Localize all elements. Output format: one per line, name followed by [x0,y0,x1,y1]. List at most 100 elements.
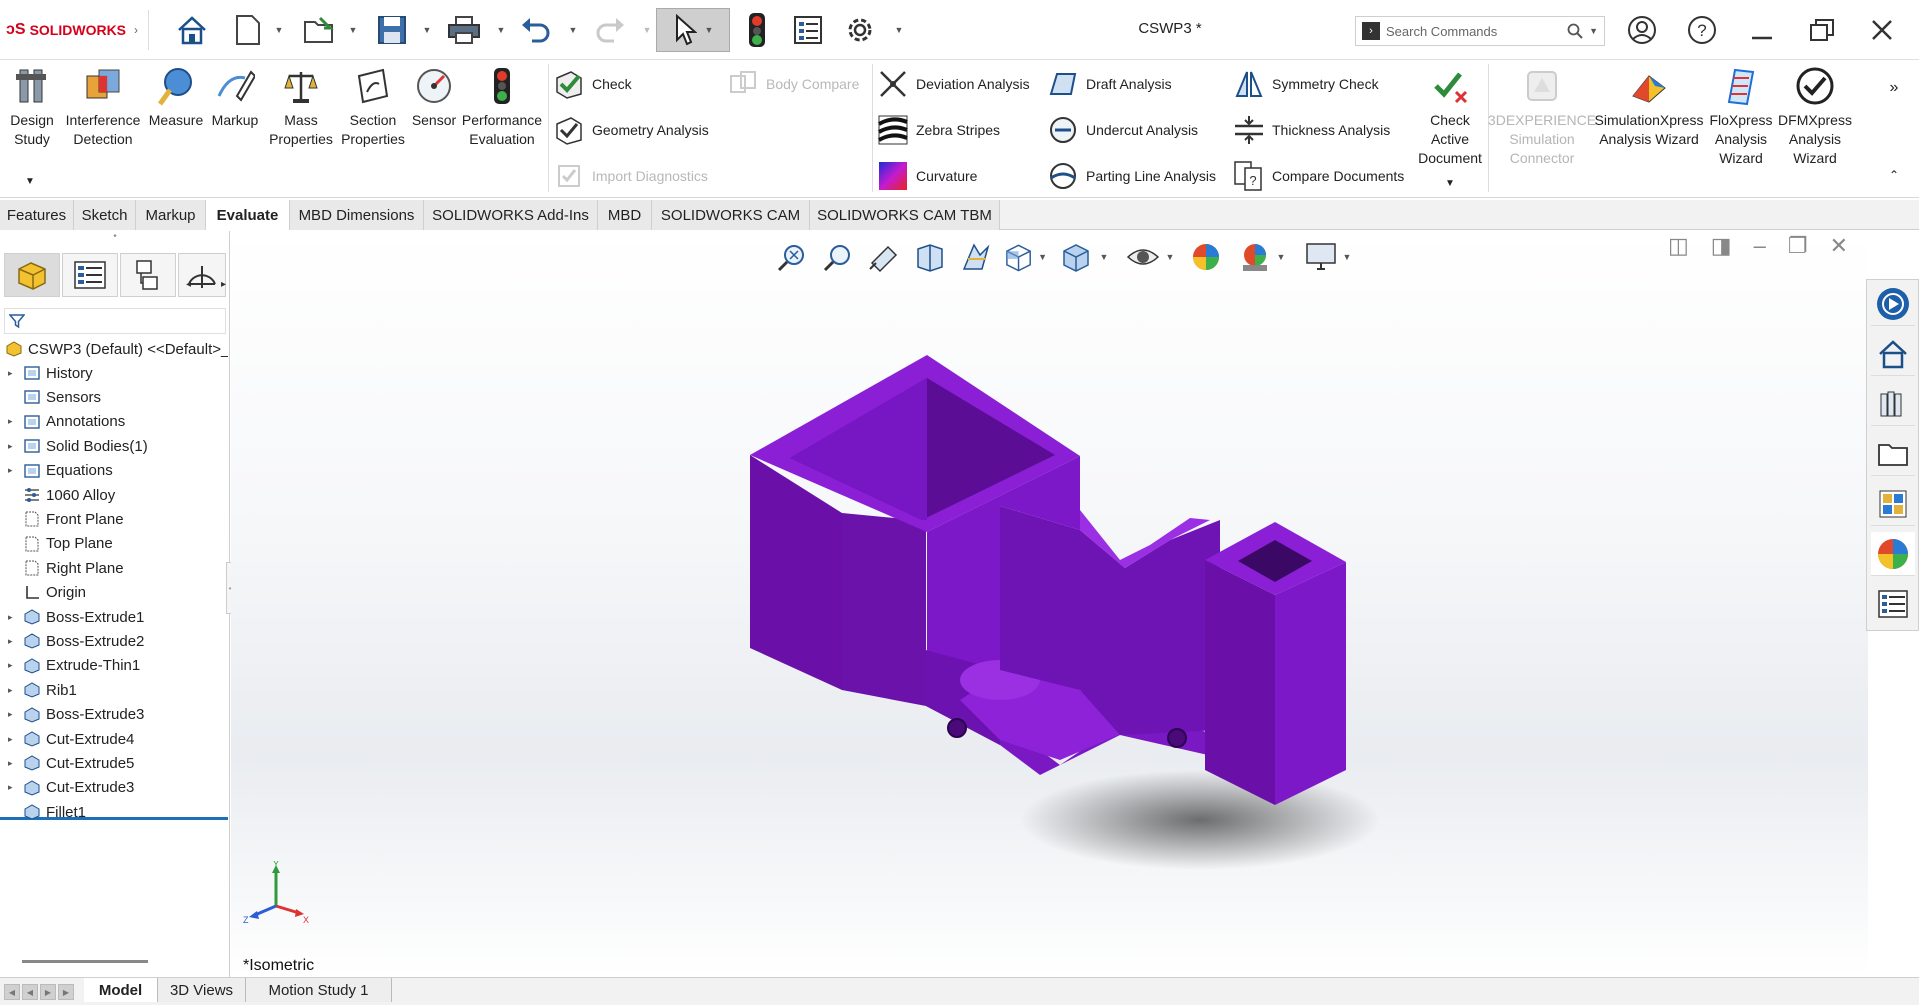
tree-item-top-plane[interactable]: Top Plane [0,532,230,556]
markup-button[interactable]: Markup [206,64,264,130]
tree-item-cut-extrude5[interactable]: ▸ Cut-Extrude5 [0,751,230,775]
home-icon[interactable] [170,8,214,52]
file-explorer-folder-icon[interactable] [1871,432,1915,476]
expand-chevron-right-icon[interactable]: ▸ [8,660,18,671]
propertymanager-tab-icon[interactable] [62,253,118,297]
expand-chevron-right-icon[interactable]: ▸ [8,758,18,769]
performance-evaluation-button[interactable]: Performance Evaluation [462,64,542,149]
new-document-icon[interactable] [228,8,268,52]
tab-3d-views[interactable]: 3D Views [158,978,246,1002]
expand-chevron-right-icon[interactable]: ▸ [8,782,18,793]
open-chevron-down-icon[interactable]: ▼ [346,8,360,52]
tab-solidworks-cam[interactable]: SOLIDWORKS CAM [652,200,810,230]
view-palette-icon[interactable] [1871,482,1915,526]
undercut-analysis-button[interactable]: Undercut Analysis [1046,112,1198,148]
dfmxpress-analysis-wizard-button[interactable]: DFMXpress Analysis Wizard [1778,64,1852,168]
configurationmanager-tab-icon[interactable] [120,253,176,297]
thickness-analysis-button[interactable]: Thickness Analysis [1232,112,1390,148]
ribbon-more-chevron-icon[interactable]: » [1882,78,1906,97]
tree-item-solid-bodies-1[interactable]: ▸ Solid Bodies(1) [0,434,230,458]
dimxpert-tab-icon[interactable] [178,253,226,297]
check-expand-chevron-down-icon[interactable]: ▼ [1438,174,1462,193]
expand-chevron-right-icon[interactable]: ▸ [8,685,18,696]
tab-mbd[interactable]: MBD [598,200,652,230]
geometry-analysis-button[interactable]: Geometry Analysis [552,112,709,148]
previous-tab-arrow-icon[interactable]: ◀ [22,984,38,1000]
curvature-button[interactable]: Curvature [876,158,977,194]
tree-item-boss-extrude2[interactable]: ▸ Boss-Extrude2 [0,629,230,653]
tab-solidworks-add-ins[interactable]: SOLIDWORKS Add-Ins [424,200,598,230]
restore-window-icon[interactable] [1802,12,1842,48]
ribbon-collapse-chevron-up-icon[interactable]: ⌃ [1882,166,1906,185]
tree-filter-field[interactable] [4,308,226,334]
tree-item-boss-extrude1[interactable]: ▸ Boss-Extrude1 [0,605,230,629]
compare-documents-button[interactable]: ? Compare Documents [1232,158,1404,194]
expand-chevron-right-icon[interactable]: ▸ [8,368,18,379]
tree-root-part[interactable]: CSWP3 (Default) <<Default>_ [0,337,230,361]
tree-item-annotations[interactable]: ▸ Annotations [0,410,230,434]
expand-chevron-right-icon[interactable]: ▸ [8,465,18,476]
tab-solidworks-cam-tbm[interactable]: SOLIDWORKS CAM TBM [810,200,1000,230]
expand-chevron-right-icon[interactable]: ▸ [8,734,18,745]
tab-evaluate[interactable]: Evaluate [206,200,290,230]
tab-sketch[interactable]: Sketch [74,200,136,230]
file-properties-icon[interactable] [788,8,828,52]
graphics-area[interactable]: ▼ ▼ ▼ ▼ ▼ ◫ ◨ – ❐ ✕ Y X Z *Isometric [231,231,1868,977]
tree-item-cut-extrude3[interactable]: ▸ Cut-Extrude3 [0,776,230,800]
tree-item-1060-alloy[interactable]: 1060 Alloy [0,483,230,507]
user-account-icon[interactable] [1622,12,1662,48]
options-chevron-down-icon[interactable]: ▼ [892,8,906,52]
tab-features[interactable]: Features [0,200,74,230]
appearances-scenes-icon[interactable] [1871,532,1915,576]
tree-item-front-plane[interactable]: Front Plane [0,507,230,531]
mass-properties-button[interactable]: Mass Properties [266,64,336,149]
search-chevron-down-icon[interactable]: ▼ [1589,26,1598,36]
tree-item-extrude-thin1[interactable]: ▸ Extrude-Thin1 [0,654,230,678]
3dexperience-marketplace-icon[interactable] [1871,282,1915,326]
print-chevron-down-icon[interactable]: ▼ [494,8,508,52]
expand-chevron-right-icon[interactable]: ▸ [8,416,18,427]
next-tab-arrow-icon[interactable]: ▶ [40,984,56,1000]
logo-menu-chevron-icon[interactable]: › [130,8,142,52]
panel-tabs-scroll-arrows[interactable]: ◂ ▸ [186,279,226,290]
expand-chevron-right-icon[interactable]: ▸ [8,612,18,623]
floxpress-analysis-wizard-button[interactable]: FloXpress Analysis Wizard [1704,64,1778,168]
panel-grip-handle[interactable]: • [0,231,230,245]
tree-item-history[interactable]: ▸ History [0,361,230,385]
options-gear-icon[interactable] [838,8,882,52]
tree-item-boss-extrude3[interactable]: ▸ Boss-Extrude3 [0,703,230,727]
tab-mbd-dimensions[interactable]: MBD Dimensions [290,200,424,230]
expand-chevron-right-icon[interactable]: ▸ [8,441,18,452]
3dexperience-simulation-connector-button[interactable]: 3DEXPERIENCE Simulation Connector [1488,64,1596,168]
part-model-3d[interactable] [231,231,1868,977]
zebra-stripes-button[interactable]: Zebra Stripes [876,112,1000,148]
tab-motion-study-1[interactable]: Motion Study 1 [246,978,392,1002]
section-properties-button[interactable]: Section Properties [338,64,408,149]
symmetry-check-button[interactable]: Symmetry Check [1232,66,1379,102]
help-icon[interactable]: ? [1682,12,1722,48]
solidworks-logo[interactable]: ᴐS SOLIDWORKS [6,18,141,42]
tree-item-sensors[interactable]: Sensors [0,385,230,409]
featuremanager-tab-icon[interactable] [4,253,60,297]
save-icon[interactable] [370,8,414,52]
sensor-button[interactable]: Sensor [408,64,460,130]
design-library-icon[interactable] [1871,382,1915,426]
draft-analysis-button[interactable]: Draft Analysis [1046,66,1172,102]
new-chevron-down-icon[interactable]: ▼ [272,8,286,52]
first-tab-arrow-icon[interactable]: ◀ [4,984,20,1000]
undo-chevron-down-icon[interactable]: ▼ [566,8,580,52]
check-active-document-button[interactable]: Check Active Document [1410,64,1490,168]
tab-model[interactable]: Model [84,978,158,1002]
print-icon[interactable] [442,8,486,52]
redo-chevron-down-icon[interactable]: ▼ [640,8,654,52]
custom-properties-icon[interactable] [1871,582,1915,626]
rebuild-traffic-light-icon[interactable] [740,8,774,52]
check-button[interactable]: Check [552,66,632,102]
ribbon-expand-chevron-down-icon[interactable]: ▼ [8,172,52,191]
undo-icon[interactable] [514,8,558,52]
save-chevron-down-icon[interactable]: ▼ [420,8,434,52]
search-icon[interactable] [1567,23,1583,39]
select-cursor-button[interactable]: ▼ [656,8,730,52]
minimize-window-icon[interactable] [1742,12,1782,48]
parting-line-analysis-button[interactable]: Parting Line Analysis [1046,158,1216,194]
